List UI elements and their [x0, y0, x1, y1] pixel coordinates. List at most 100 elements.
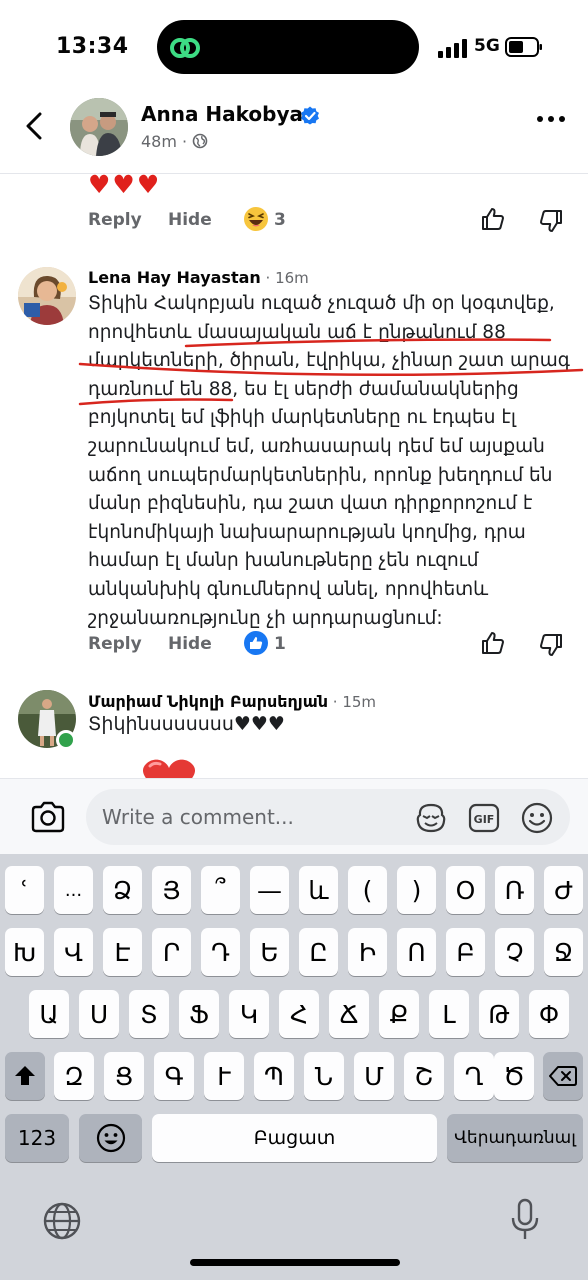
gif-icon[interactable]: GIF	[468, 802, 500, 834]
key[interactable]: Մ	[354, 1052, 394, 1100]
key[interactable]: Ճ	[329, 990, 369, 1038]
author-avatar[interactable]	[70, 98, 128, 156]
key[interactable]: ...	[54, 866, 93, 914]
hide-button[interactable]: Hide	[168, 210, 212, 230]
back-arrow-icon[interactable]	[20, 108, 50, 144]
key[interactable]: Ս	[79, 990, 119, 1038]
commenter-name: Lena Hay Hayastan · 16m	[88, 268, 309, 287]
post-time: 48m ·	[141, 132, 188, 151]
key[interactable]: Ի	[348, 928, 387, 976]
comment-body: Տիկինսսսսսսս♥♥♥	[88, 713, 285, 735]
comment-input[interactable]	[102, 801, 402, 833]
key[interactable]: Ֆ	[179, 990, 219, 1038]
shift-key[interactable]	[5, 1052, 45, 1100]
key[interactable]: Ն	[304, 1052, 344, 1100]
key[interactable]: Ջ	[544, 928, 583, 976]
emoji-keyboard-icon	[96, 1123, 125, 1153]
key[interactable]: Ք	[379, 990, 419, 1038]
more-options-icon[interactable]	[536, 114, 566, 124]
key[interactable]: Կ	[229, 990, 269, 1038]
key[interactable]: Փ	[529, 990, 569, 1038]
key[interactable]: Շ	[404, 1052, 444, 1100]
key[interactable]: Ղ	[454, 1052, 494, 1100]
hide-button[interactable]: Hide	[168, 634, 212, 654]
dislike-icon[interactable]	[538, 208, 564, 234]
commenter-name: Մարիամ Նիկոլի Բարսեղյան · 15m	[88, 692, 376, 711]
key[interactable]: Ը	[299, 928, 338, 976]
key[interactable]: Ա	[29, 990, 69, 1038]
key[interactable]: Ժ	[544, 866, 583, 914]
hearts-emoji: ♥♥♥	[88, 170, 162, 199]
comment-line: շրջանառությունը չի արդարացնում:	[88, 607, 443, 629]
key[interactable]: —	[250, 866, 289, 914]
comment-composer: GIF	[0, 778, 588, 854]
key[interactable]: Բ	[446, 928, 485, 976]
like-icon[interactable]	[480, 630, 506, 656]
emoji-key[interactable]	[79, 1114, 142, 1162]
comment-line: համար էլ մանր խանութները չեն ուզում	[88, 550, 479, 572]
home-indicator	[190, 1259, 400, 1266]
microphone-icon[interactable]	[508, 1198, 542, 1242]
key[interactable]: Տ	[129, 990, 169, 1038]
online-status-dot	[56, 730, 76, 750]
globe-keyboard-switch-icon[interactable]	[42, 1201, 82, 1241]
reaction-count: 3	[274, 210, 286, 230]
key[interactable]: Թ	[479, 990, 519, 1038]
key[interactable]: Ր	[152, 928, 191, 976]
comment-line: անկանխիկ գնումներով անել, որովհետև	[88, 578, 489, 600]
dislike-icon[interactable]	[538, 632, 564, 658]
link-app-icon	[170, 38, 200, 58]
key[interactable]: Խ	[5, 928, 44, 976]
key[interactable]: Ւ	[204, 1052, 244, 1100]
key[interactable]: Չ	[495, 928, 534, 976]
comment-body: Տիկին Հակոբյան ուզած չուզած մի օր կօգտվե…	[88, 290, 570, 633]
emoji-icon[interactable]	[520, 801, 554, 835]
key[interactable]: Օ	[446, 866, 485, 914]
key[interactable]: Գ	[154, 1052, 194, 1100]
key[interactable]: ՙ	[5, 866, 44, 914]
key[interactable]: Ռ	[495, 866, 534, 914]
svg-text:GIF: GIF	[474, 813, 495, 826]
reply-button[interactable]: Reply	[88, 210, 142, 230]
key[interactable]: Ե	[250, 928, 289, 976]
commenter-name-text[interactable]: Lena Hay Hayastan	[88, 268, 261, 287]
key[interactable]: (	[348, 866, 387, 914]
comment-input-wrapper: GIF	[86, 789, 570, 845]
key[interactable]: Լ	[429, 990, 469, 1038]
like-reaction-icon	[244, 631, 268, 655]
key[interactable]: Պ	[254, 1052, 294, 1100]
key[interactable]: Է	[103, 928, 142, 976]
shift-arrow-icon	[15, 1066, 35, 1085]
author-name[interactable]: Anna Hakobyan	[141, 102, 317, 126]
key[interactable]: Զ	[54, 1052, 94, 1100]
key[interactable]: )	[397, 866, 436, 914]
key[interactable]: ՞	[201, 866, 240, 914]
network-type: 5G	[474, 36, 500, 56]
reply-button[interactable]: Reply	[88, 634, 142, 654]
key[interactable]: Ց	[104, 1052, 144, 1100]
key[interactable]: Ձ	[103, 866, 142, 914]
key[interactable]: Վ	[54, 928, 93, 976]
camera-icon[interactable]	[30, 801, 66, 833]
comment-line: էկոնոմիկայի նախարարության կողմից, դրա	[88, 521, 526, 543]
key[interactable]: և	[299, 866, 338, 914]
commenter-name-text[interactable]: Մարիամ Նիկոլի Բարսեղյան	[88, 692, 328, 711]
comment-actions: Reply Hide 1	[88, 630, 578, 660]
comment-line: դառնում են 88, ես էլ սերժի ժամանակներից	[88, 378, 519, 400]
dynamic-island	[157, 20, 419, 74]
key[interactable]: Ծ	[494, 1052, 534, 1100]
commenter-avatar[interactable]	[18, 267, 76, 325]
like-icon[interactable]	[480, 206, 506, 232]
numbers-key[interactable]: 123	[5, 1114, 69, 1162]
key[interactable]: Հ	[279, 990, 319, 1038]
key[interactable]: Ո	[397, 928, 436, 976]
return-key[interactable]: Վերադառնալ	[447, 1114, 583, 1162]
avatar-sticker-icon[interactable]	[414, 801, 448, 835]
backspace-key[interactable]	[543, 1052, 583, 1100]
comment-time: · 15m	[328, 693, 377, 711]
key[interactable]: Յ	[152, 866, 191, 914]
status-time: 13:34	[56, 34, 129, 59]
key[interactable]: Դ	[201, 928, 240, 976]
space-key[interactable]: Բացատ	[152, 1114, 437, 1162]
comment-line: Տիկին Հակոբյան ուզած չուզած մի օր կօգտվե…	[88, 293, 555, 314]
